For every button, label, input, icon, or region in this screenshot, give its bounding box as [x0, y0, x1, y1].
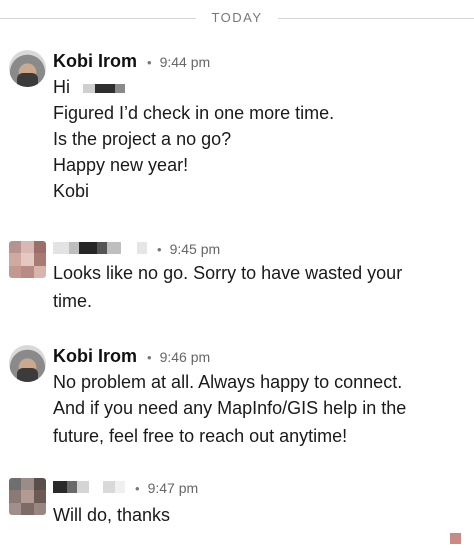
separator-dot: • — [135, 481, 140, 496]
message-line: No problem at all. Always happy to conne… — [53, 372, 403, 392]
message-line: Hi — [53, 74, 126, 100]
message-header: Kobi Irom • 9:46 pm — [53, 346, 210, 368]
message-line: Looks like no go. Sorry to have wasted y… — [53, 263, 403, 283]
divider-line-left — [0, 18, 196, 19]
separator-dot: • — [147, 55, 152, 70]
avatar[interactable] — [9, 241, 46, 278]
sender-name[interactable]: Kobi Irom — [53, 346, 137, 367]
avatar[interactable] — [9, 50, 46, 87]
message-line: time. — [53, 291, 93, 311]
message-line: future, feel free to reach out anytime! — [53, 426, 348, 446]
redacted-sender-name — [53, 241, 147, 255]
message-line: Is the project a no go? — [53, 129, 232, 149]
message-line: Happy new year! — [53, 155, 189, 175]
sender-name[interactable]: Kobi Irom — [53, 51, 137, 72]
message-time: 9:44 pm — [159, 54, 211, 70]
message-time: 9:45 pm — [169, 241, 221, 257]
day-divider: TODAY — [0, 8, 474, 28]
redacted-name — [83, 83, 126, 93]
message-time: 9:47 pm — [147, 480, 199, 496]
message-header: • 9:47 pm — [53, 480, 198, 502]
avatar[interactable] — [9, 345, 46, 382]
divider-line-right — [278, 18, 474, 19]
message-line: Kobi — [53, 181, 90, 201]
avatar[interactable] — [9, 478, 46, 515]
divider-label: TODAY — [211, 10, 263, 25]
redacted-sender-name — [53, 480, 125, 494]
message-line: And if you need any MapInfo/GIS help in … — [53, 398, 407, 418]
corner-marker — [450, 533, 461, 544]
message-line: Will do, thanks — [53, 505, 171, 525]
message-header: Kobi Irom • 9:44 pm — [53, 51, 210, 73]
separator-dot: • — [147, 350, 152, 365]
message-time: 9:46 pm — [159, 349, 211, 365]
separator-dot: • — [157, 242, 162, 257]
message-line: Figured I’d check in one more time. — [53, 103, 335, 123]
